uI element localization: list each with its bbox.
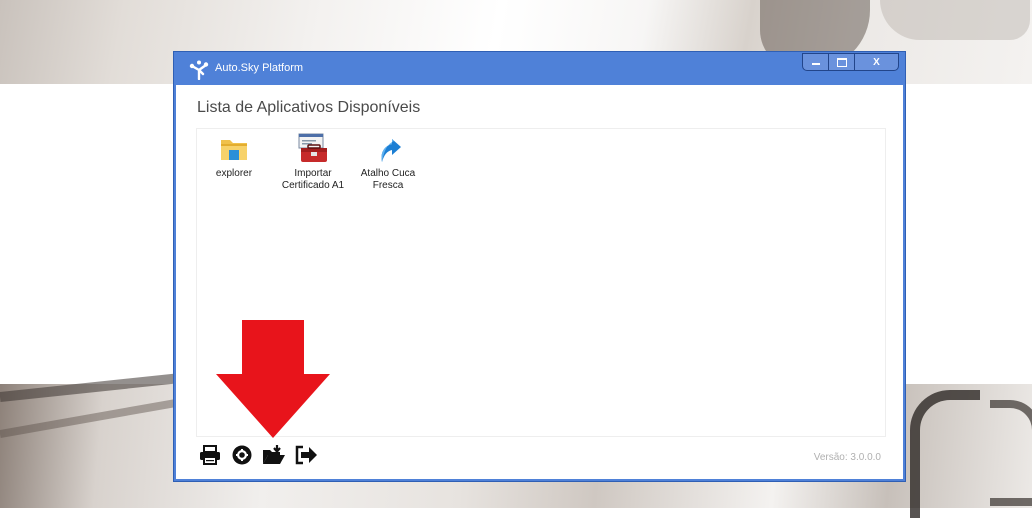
background-shape [880,0,1030,40]
version-label: Versão: 3.0.0.0 [813,452,881,463]
app-label: Importar Certificado A1 [281,168,345,191]
toolbox-icon [298,133,327,162]
print-button[interactable] [198,443,222,467]
folder-icon [221,140,247,160]
window-title: Auto.Sky Platform [215,62,304,74]
open-folder-button[interactable] [262,443,286,467]
background-shape [910,390,980,518]
maximize-button[interactable] [829,54,855,70]
window-controls: X [802,53,899,71]
folder-open-icon [263,445,285,464]
close-button[interactable]: X [855,54,898,70]
background-shape [990,400,1032,506]
gear-icon [232,445,252,465]
app-item-importar-certificado[interactable]: Importar Certificado A1 [276,133,350,192]
shortcut-arrow-icon [381,139,401,162]
app-item-explorer[interactable]: explorer [197,133,271,180]
page-title: Lista de Aplicativos Disponíveis [197,99,421,116]
app-item-atalho-cuca-fresca[interactable]: Atalho Cuca Fresca [351,133,425,192]
logout-button[interactable] [294,443,318,467]
red-arrow-annotation [216,320,330,438]
app-label: explorer [215,168,253,179]
app-logo-icon [189,60,209,80]
app-label: Atalho Cuca Fresca [360,168,416,191]
settings-button[interactable] [230,443,254,467]
minimize-button[interactable] [803,54,829,70]
bottom-toolbar [198,443,318,467]
minimize-icon [811,63,820,65]
printer-icon [200,445,220,465]
title-bar[interactable]: Auto.Sky Platform X [174,52,905,85]
maximize-icon [836,57,847,67]
sign-out-icon [295,445,317,465]
